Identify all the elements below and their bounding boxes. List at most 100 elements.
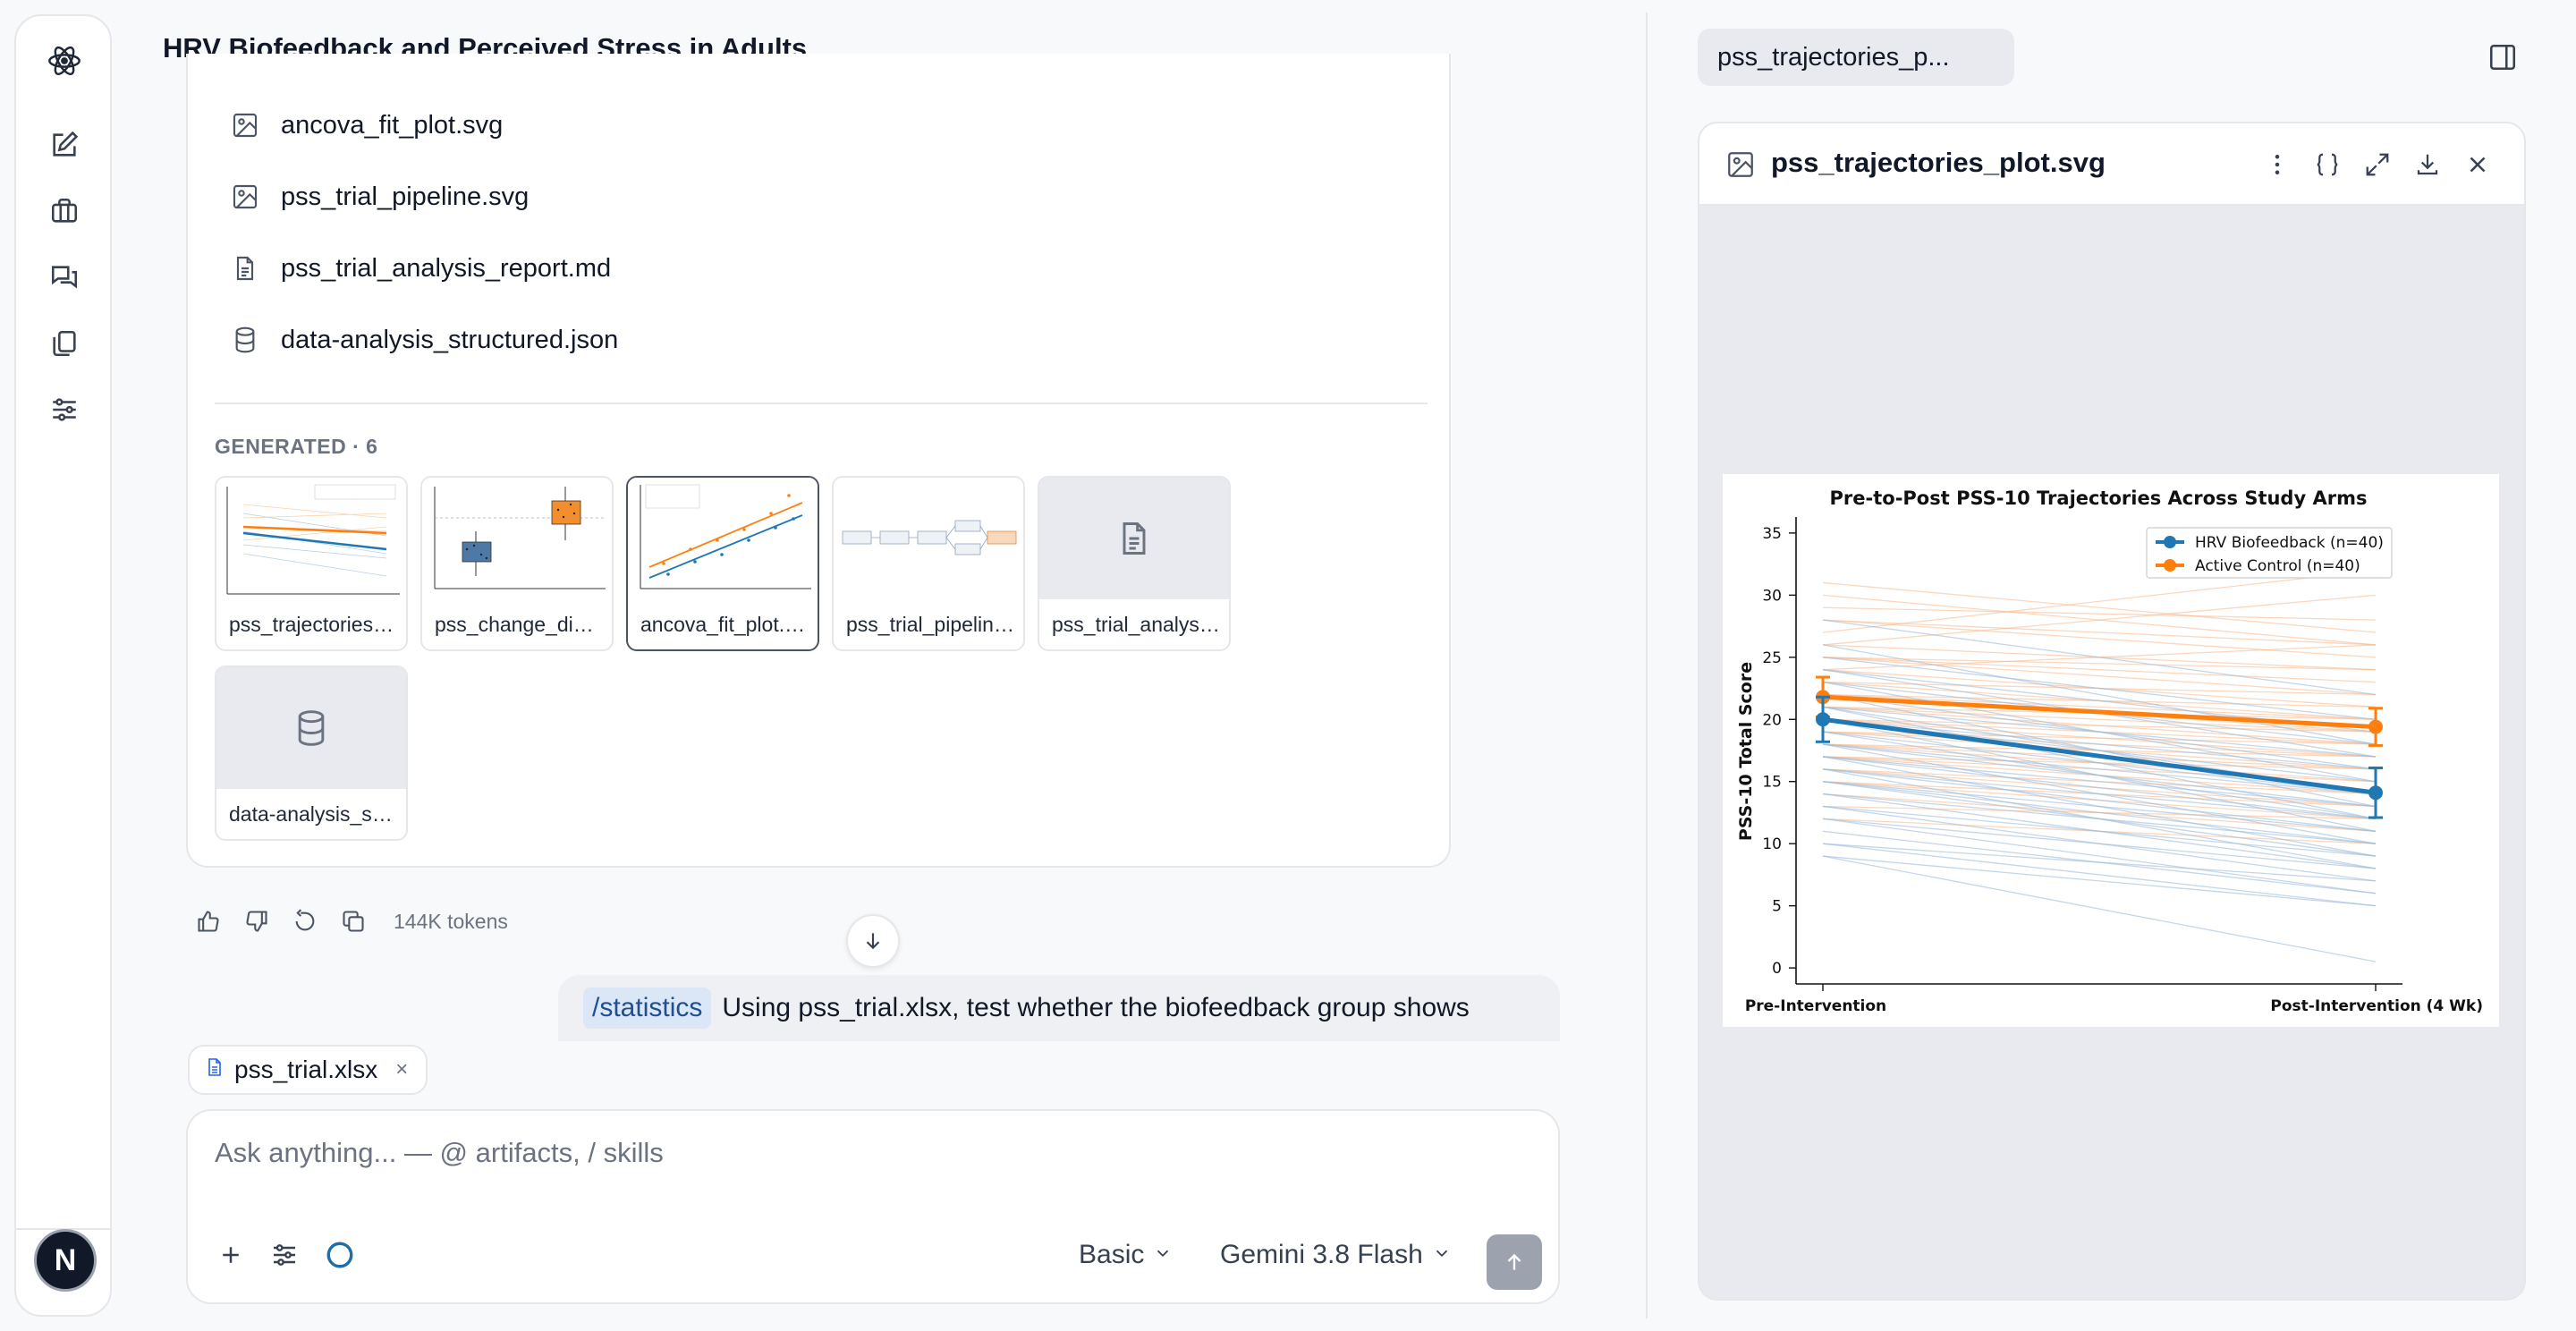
control-trajectory-line [1822, 619, 2377, 658]
thumbnail-data-analysis[interactable]: data-analysis_structured.json [215, 666, 408, 841]
thumbnail-caption: pss_trajectories_plot.svg [229, 613, 397, 636]
database-icon [216, 667, 406, 789]
hrv-trajectory-line [1822, 731, 2377, 795]
y-tick-label: 25 [1762, 649, 1782, 667]
mode-select[interactable]: Basic [1079, 1233, 1173, 1277]
file-item[interactable]: data-analysis_structured.json [227, 322, 618, 358]
thumbnail-caption: ancova_fit_plot.svg [640, 613, 809, 636]
y-tick-label: 30 [1762, 587, 1782, 605]
hrv-trajectory-line [1822, 818, 2377, 894]
y-axis-label: PSS-10 Total Score [1736, 662, 1756, 841]
hrv-trajectory-line [1822, 781, 2377, 832]
prompt-input[interactable] [213, 1136, 1465, 1170]
more-vertical-icon[interactable] [2258, 145, 2297, 184]
token-count: 144K tokens [394, 909, 508, 933]
hrv-trajectory-line [1822, 718, 2377, 770]
x-tick-label: Pre-Intervention [1745, 997, 1886, 1015]
hrv-trajectory-line [1822, 855, 2377, 962]
thumbnail-preview [628, 478, 818, 599]
control-trajectory-line [1822, 569, 2377, 633]
plus-icon[interactable] [213, 1233, 249, 1277]
tab-artifact[interactable]: pss_trajectories_p... [1698, 29, 2014, 86]
sidebar-rail: N [14, 14, 112, 1317]
regenerate-icon[interactable] [288, 904, 322, 938]
chevron-down-icon [1432, 1240, 1452, 1270]
panel-toggle-icon[interactable] [2483, 38, 2522, 77]
image-icon [1723, 147, 1758, 182]
braces-icon[interactable] [2308, 145, 2347, 184]
hrv-trajectory-line [1822, 855, 2377, 907]
file-name: pss_trial_pipeline.svg [281, 182, 530, 211]
copy-icon[interactable] [47, 326, 82, 361]
hrv-trajectory-line [1822, 743, 2377, 808]
divider [215, 403, 1428, 404]
thumbnail-preview [834, 478, 1023, 599]
status-ring-icon[interactable] [322, 1233, 358, 1277]
scroll-down-button[interactable] [846, 914, 900, 968]
control-trajectory-line [1822, 731, 2377, 745]
expand-icon[interactable] [2358, 145, 2397, 184]
generated-label: GENERATED · 6 [215, 435, 378, 458]
control-trajectory-line [1822, 606, 2377, 621]
file-name: ancova_fit_plot.svg [281, 110, 504, 140]
chevron-down-icon [1153, 1240, 1173, 1270]
thumbnail-pss-report[interactable]: pss_trial_analysis_report.md [1038, 476, 1231, 651]
download-icon[interactable] [2408, 145, 2447, 184]
thumbnail-pss-trajectories[interactable]: pss_trajectories_plot.svg [215, 476, 408, 651]
pss-trajectory-chart: Pre-to-Post PSS-10 Trajectories Across S… [1736, 487, 2483, 1015]
mean-point [1816, 712, 1830, 727]
attachment-chip[interactable]: pss_trial.xlsx × [188, 1045, 428, 1095]
skill-chip[interactable]: /statistics [583, 988, 712, 1029]
thumbnail-preview [216, 478, 406, 599]
individual-trajectories [1822, 569, 2377, 962]
file-item[interactable]: pss_trial_analysis_report.md [227, 250, 611, 286]
file-item[interactable]: pss_trial_pipeline.svg [227, 179, 529, 215]
thumbs-up-icon[interactable] [191, 904, 225, 938]
legend-swatch-marker [2164, 559, 2176, 572]
thumbnail-pss-pipeline[interactable]: pss_trial_pipeline.svg [832, 476, 1025, 651]
chart-legend: HRV Biofeedback (n=40) Active Control (n=… [2146, 527, 2393, 579]
hrv-trajectory-line [1822, 805, 2377, 857]
thumbnail-ancova-fit[interactable]: ancova_fit_plot.svg [626, 476, 819, 651]
thumbs-down-icon[interactable] [240, 904, 274, 938]
thumbnail-caption: pss_change_distribution.svg [435, 613, 603, 636]
pane-divider[interactable] [1646, 13, 1648, 1318]
y-tick-label: 15 [1762, 774, 1782, 792]
legend-entry: HRV Biofeedback (n=40) [2195, 534, 2384, 552]
atom-logo-icon[interactable] [47, 43, 82, 79]
control-trajectory-line [1822, 657, 2377, 696]
copy-icon[interactable] [336, 904, 370, 938]
x-tick-label: Post-Intervention (4 Wk) [2270, 997, 2483, 1015]
database-icon [227, 322, 263, 358]
mean-point [2368, 785, 2383, 801]
legend-swatch-marker [2164, 536, 2176, 548]
send-button[interactable] [1487, 1234, 1542, 1290]
attachment-name: pss_trial.xlsx [234, 1055, 378, 1083]
briefcase-icon[interactable] [47, 193, 82, 229]
thumbnail-preview [422, 478, 612, 599]
remove-attachment-icon[interactable]: × [395, 1057, 408, 1082]
image-icon [227, 107, 263, 143]
settings-sliders-icon[interactable] [267, 1233, 302, 1277]
hrv-trajectory-line [1822, 756, 2377, 820]
thumbnail-pss-change[interactable]: pss_change_distribution.svg [420, 476, 614, 651]
control-trajectory-line [1822, 657, 2377, 671]
file-name: data-analysis_structured.json [281, 325, 619, 354]
legend-entry: Active Control (n=40) [2195, 557, 2360, 575]
thumbnail-caption: pss_trial_pipeline.svg [846, 613, 1014, 636]
user-message: /statistics Using pss_trial.xlsx, test w… [558, 975, 1560, 1041]
chart-title: Pre-to-Post PSS-10 Trajectories Across S… [1830, 487, 2368, 509]
model-select[interactable]: Gemini 3.8 Flash [1220, 1233, 1452, 1277]
hrv-trajectory-line [1822, 793, 2377, 844]
thumbnail-caption: data-analysis_structured.json [229, 802, 397, 826]
chats-icon[interactable] [47, 259, 82, 295]
new-chat-icon[interactable] [47, 127, 82, 163]
file-item[interactable]: ancova_fit_plot.svg [227, 107, 503, 143]
y-tick-label: 5 [1772, 898, 1782, 916]
avatar[interactable]: N [34, 1229, 97, 1292]
control-trajectory-line [1822, 581, 2377, 633]
hrv-trajectory-line [1822, 818, 2377, 869]
hrv-trajectory-line [1822, 768, 2377, 832]
sliders-icon[interactable] [47, 392, 82, 428]
close-icon[interactable] [2458, 145, 2497, 184]
